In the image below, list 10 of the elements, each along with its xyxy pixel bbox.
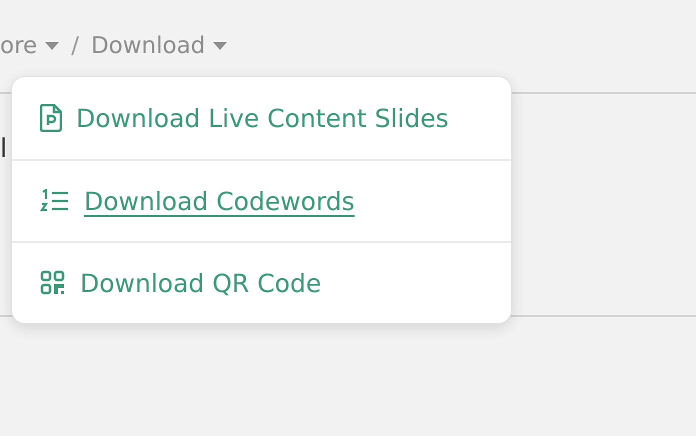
menu-item[interactable]: Download Live Content Slides [12,77,511,159]
breadcrumb-link[interactable]: Download [90,33,228,59]
menu-item[interactable]: Download Codewords [12,159,511,241]
menu-item[interactable]: Download QR Code [12,241,511,323]
breadcrumb-link[interactable]: ore [0,33,60,59]
numbered-list-icon [40,189,70,213]
qr-code-icon [40,270,66,296]
breadcrumb-separator: / [71,33,79,59]
document-icon [40,104,62,132]
row-text: l [0,134,8,164]
